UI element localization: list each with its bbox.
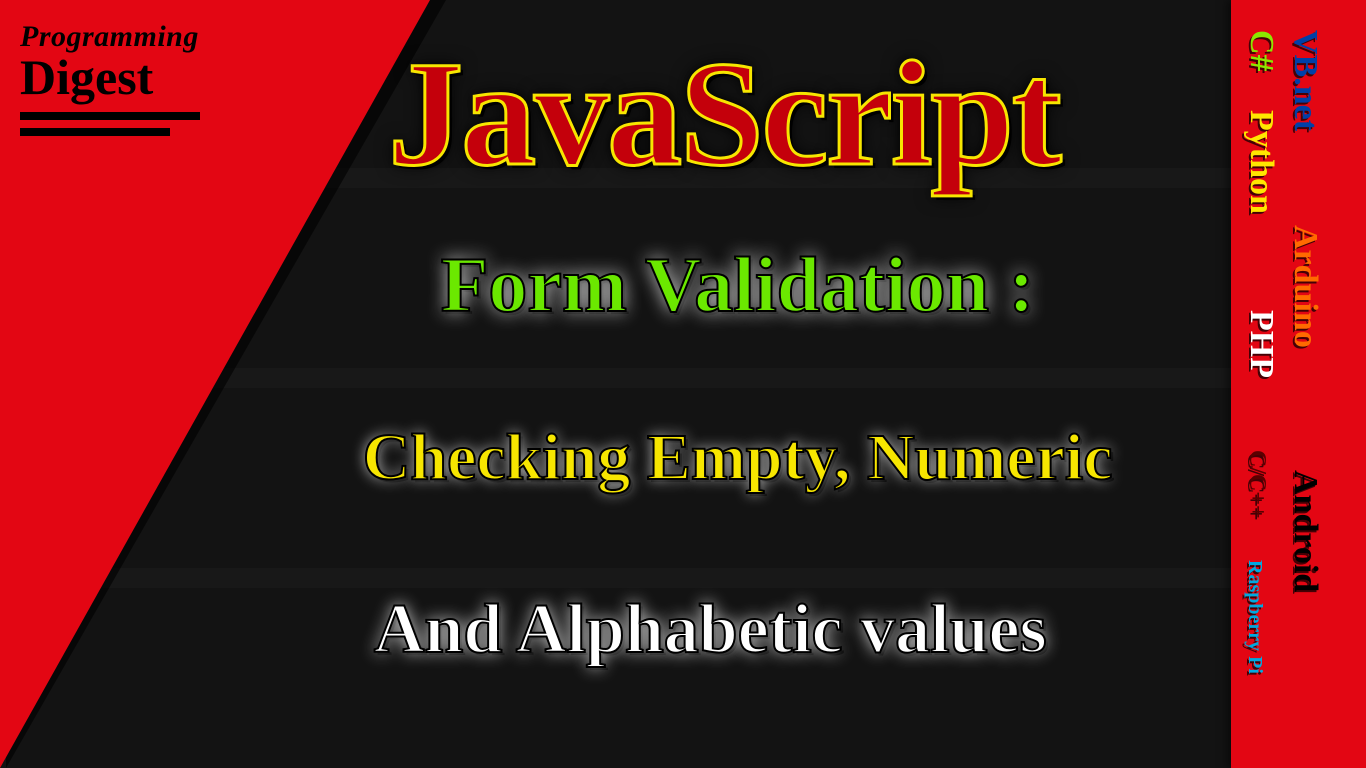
lang-csharp: C# (1242, 30, 1280, 72)
lang-raspberrypi: Raspberry Pi (1243, 560, 1266, 674)
lang-python: Python (1242, 110, 1280, 214)
lang-c-cpp: C/C++ (1243, 450, 1270, 519)
brand-underline (20, 112, 200, 120)
lang-php: PHP (1242, 310, 1280, 378)
lang-vbnet: VB.net (1286, 30, 1324, 131)
lang-arduino: Arduino (1286, 225, 1324, 348)
brand-line2: Digest (20, 52, 200, 102)
brand-logo: Programming Digest (20, 20, 200, 136)
headline-checking: Checking Empty, Numeric (363, 420, 1113, 496)
headline-alphabetic: And Alphabetic values (374, 590, 1047, 670)
lang-android: Android (1286, 470, 1324, 592)
brand-underline (20, 128, 170, 136)
headline-form: Form Validation : (441, 240, 1035, 330)
thumbnail-canvas: Programming Digest JavaScript Form Valid… (0, 0, 1366, 768)
headline-javascript: JavaScript (388, 28, 1060, 200)
